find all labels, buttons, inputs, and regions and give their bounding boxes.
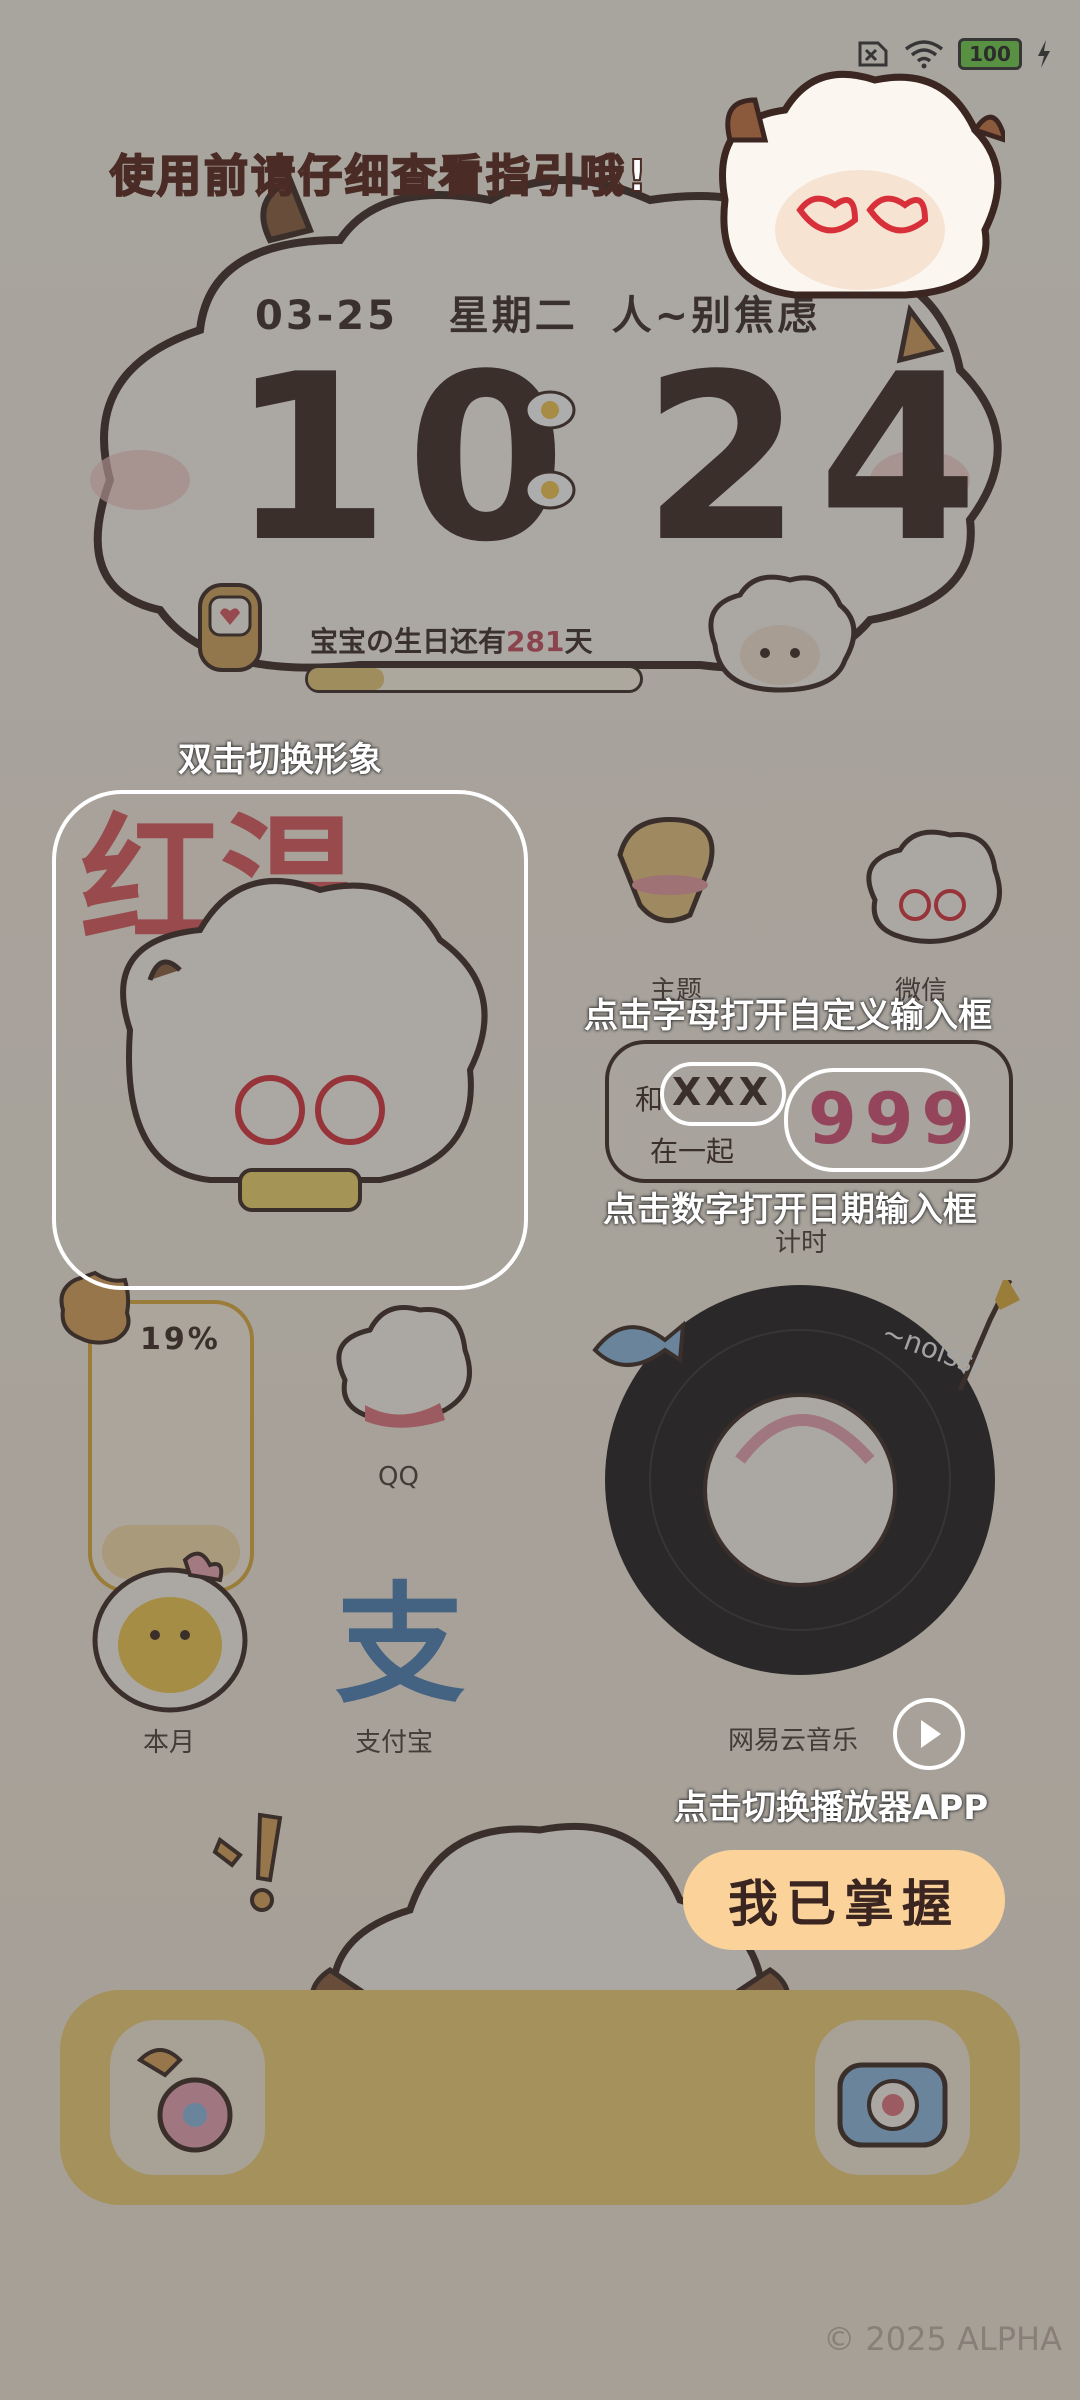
got-it-button[interactable]: 我已掌握 xyxy=(683,1850,1005,1950)
guide-double-tap: 双击切换形象 xyxy=(178,740,382,780)
guide-digits: 点击数字打开日期输入框 xyxy=(603,1190,977,1230)
home-screen: 100 03-25 星期二 人~别焦虑 10 24 宝宝の生日还有281天 红温… xyxy=(0,0,1080,2400)
play-icon xyxy=(921,1720,941,1748)
photo-widget-highlight[interactable] xyxy=(52,790,528,1290)
digits-highlight[interactable] xyxy=(784,1068,970,1172)
guide-letters: 点击字母打开自定义输入框 xyxy=(584,996,992,1036)
guide-title: 使用前请仔细查看指引哦! xyxy=(109,150,651,203)
play-button[interactable] xyxy=(893,1698,965,1770)
guide-mascot-icon xyxy=(719,70,1005,299)
copyright: © 2025 ALPHA xyxy=(823,2320,1062,2358)
guide-switch-player: 点击切换播放器APP xyxy=(674,1788,989,1828)
name-highlight[interactable] xyxy=(660,1062,786,1126)
